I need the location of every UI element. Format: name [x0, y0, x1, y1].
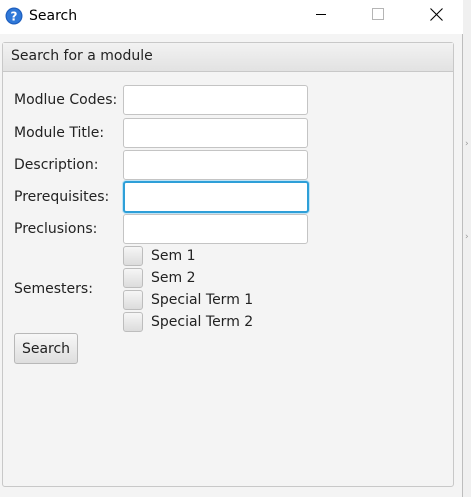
module-title-input[interactable] [123, 118, 308, 148]
preclusions-input[interactable] [123, 214, 308, 244]
panel-header[interactable]: Search for a module [3, 43, 453, 72]
checkbox-box[interactable] [123, 290, 143, 310]
close-icon [429, 7, 443, 25]
checkbox-box[interactable] [123, 268, 143, 288]
module-title-label: Module Title: [14, 125, 105, 141]
maximize-icon [372, 8, 384, 24]
semester-checkbox-sem-1[interactable]: Sem 1 [123, 245, 196, 267]
prerequisites-input[interactable] [123, 181, 309, 213]
chevron-right-icon: › [465, 232, 469, 242]
semesters-label: Semesters: [14, 281, 93, 297]
checkbox-label: Special Term 1 [151, 292, 254, 308]
panel-title: Search for a module [11, 48, 153, 64]
close-button[interactable] [413, 0, 459, 32]
module-codes-input[interactable] [123, 85, 308, 115]
checkbox-label: Sem 2 [151, 270, 196, 286]
description-label: Description: [14, 157, 99, 173]
description-input[interactable] [123, 150, 308, 180]
search-window: ? Search Search for a module Modlue Code… [0, 0, 463, 497]
checkbox-box[interactable] [123, 246, 143, 266]
title-bar[interactable]: ? Search [0, 0, 463, 34]
minimize-button[interactable] [298, 0, 344, 32]
semester-checkbox-sem-2[interactable]: Sem 2 [123, 267, 196, 289]
window-title: Search [29, 8, 78, 24]
maximize-button[interactable] [355, 0, 401, 32]
checkbox-label: Sem 1 [151, 248, 196, 264]
minimize-icon [315, 8, 327, 24]
chevron-right-icon: › [465, 139, 469, 149]
module-codes-label: Modlue Codes: [14, 92, 118, 108]
search-panel: Search for a module Modlue Codes: Module… [2, 42, 454, 487]
semester-checkbox-special-term-2[interactable]: Special Term 2 [123, 311, 253, 333]
semester-checkbox-special-term-1[interactable]: Special Term 1 [123, 289, 253, 311]
svg-text:?: ? [11, 10, 18, 24]
search-button[interactable]: Search [14, 333, 78, 364]
checkbox-box[interactable] [123, 312, 143, 332]
preclusions-label: Preclusions: [14, 221, 98, 237]
question-icon: ? [5, 7, 23, 25]
checkbox-label: Special Term 2 [151, 314, 254, 330]
prerequisites-label: Prerequisites: [14, 189, 110, 205]
